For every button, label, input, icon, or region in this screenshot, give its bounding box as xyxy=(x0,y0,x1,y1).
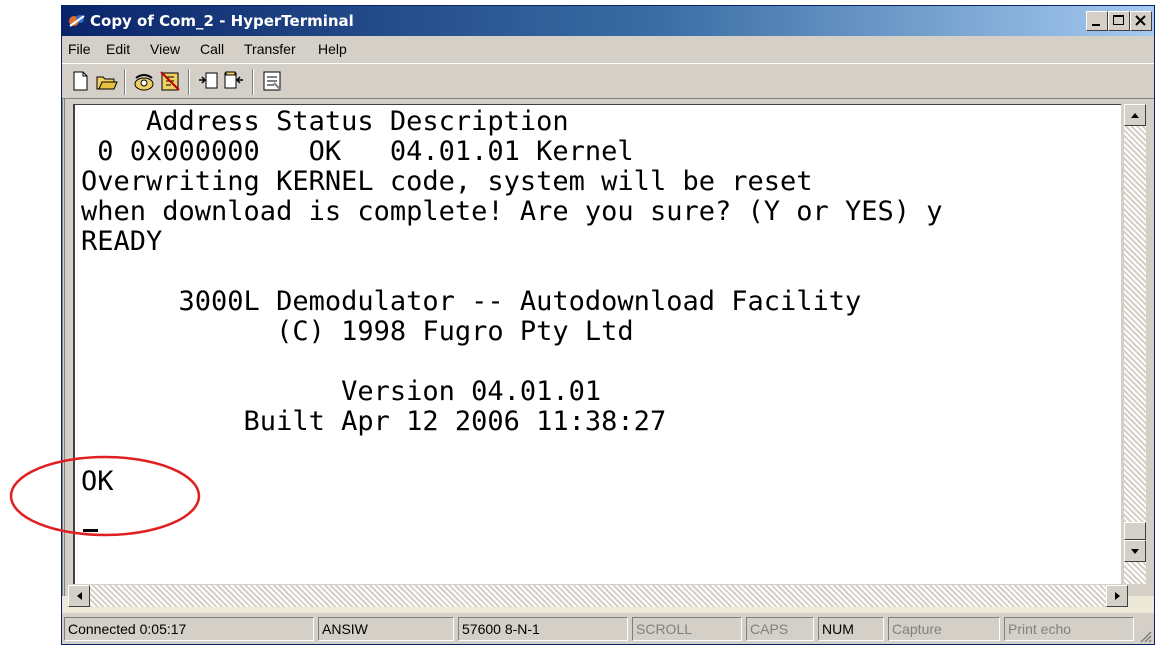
status-connected: Connected 0:05:17 xyxy=(64,617,314,641)
title-bar[interactable]: Copy of Com_2 - HyperTerminal xyxy=(62,6,1154,36)
properties-icon[interactable] xyxy=(260,69,284,93)
status-caps: CAPS xyxy=(746,617,814,641)
scroll-left-icon[interactable] xyxy=(68,585,90,607)
terminal-line: when download is complete! Are you sure?… xyxy=(81,196,943,227)
status-num: NUM xyxy=(818,617,884,641)
hyperterminal-app-icon[interactable] xyxy=(68,12,86,30)
terminal-line: Built Apr 12 2006 11:38:27 xyxy=(81,406,667,437)
terminal-line-ok: OK xyxy=(81,466,114,497)
toolbar-separator xyxy=(124,69,126,95)
menu-bar: File Edit View Call Transfer Help xyxy=(62,36,1154,63)
menu-edit[interactable]: Edit xyxy=(106,40,130,58)
toolbar-separator xyxy=(252,69,254,95)
scroll-up-icon[interactable] xyxy=(1124,104,1146,126)
scroll-down-icon[interactable] xyxy=(1124,540,1146,562)
vertical-scrollbar[interactable] xyxy=(1124,104,1146,584)
menu-file[interactable]: File xyxy=(68,40,91,58)
terminal-line: READY xyxy=(81,226,163,257)
status-emulation: ANSIW xyxy=(318,617,454,641)
terminal-line: Address Status Description xyxy=(81,106,569,137)
open-icon[interactable] xyxy=(94,69,118,93)
terminal-line: 0 0x000000 OK 04.01.01 Kernel xyxy=(81,136,634,167)
terminal-frame: Address Status Description 0 0x000000 OK… xyxy=(62,99,1154,607)
minimize-icon[interactable] xyxy=(1086,11,1108,31)
connect-icon[interactable] xyxy=(132,69,156,93)
maximize-icon[interactable] xyxy=(1108,11,1130,31)
status-bar: Connected 0:05:17 ANSIW 57600 8-N-1 SCRO… xyxy=(62,613,1154,644)
window-title: Copy of Com_2 - HyperTerminal xyxy=(90,12,354,30)
close-icon[interactable] xyxy=(1130,11,1152,31)
horizontal-scrollbar[interactable] xyxy=(68,585,1128,607)
status-capture: Capture xyxy=(888,617,1000,641)
terminal-line: Version 04.01.01 xyxy=(81,376,602,407)
status-scroll: SCROLL xyxy=(632,617,742,641)
status-print-echo: Print echo xyxy=(1004,617,1134,641)
terminal-screen[interactable]: Address Status Description 0 0x000000 OK… xyxy=(73,104,1121,584)
disconnect-icon[interactable] xyxy=(158,69,182,93)
scroll-thumb[interactable] xyxy=(1124,522,1146,540)
terminal-line: Overwriting KERNEL code, system will be … xyxy=(81,166,813,197)
scroll-right-icon[interactable] xyxy=(1106,585,1128,607)
status-port-settings: 57600 8-N-1 xyxy=(458,617,628,641)
menu-view[interactable]: View xyxy=(150,40,180,58)
terminal-cursor xyxy=(83,529,98,532)
menu-call[interactable]: Call xyxy=(200,40,224,58)
menu-help[interactable]: Help xyxy=(318,40,347,58)
toolbar xyxy=(62,63,1154,99)
resize-grip-icon[interactable] xyxy=(1138,628,1152,643)
toolbar-separator xyxy=(188,69,190,95)
terminal-line: (C) 1998 Fugro Pty Ltd xyxy=(81,316,634,347)
terminal-line: 3000L Demodulator -- Autodownload Facili… xyxy=(81,286,862,317)
hyperterminal-window: Copy of Com_2 - HyperTerminal File Edit … xyxy=(61,5,1155,645)
menu-transfer[interactable]: Transfer xyxy=(244,40,296,58)
receive-icon[interactable] xyxy=(222,69,246,93)
new-icon[interactable] xyxy=(68,69,92,93)
send-icon[interactable] xyxy=(196,69,220,93)
